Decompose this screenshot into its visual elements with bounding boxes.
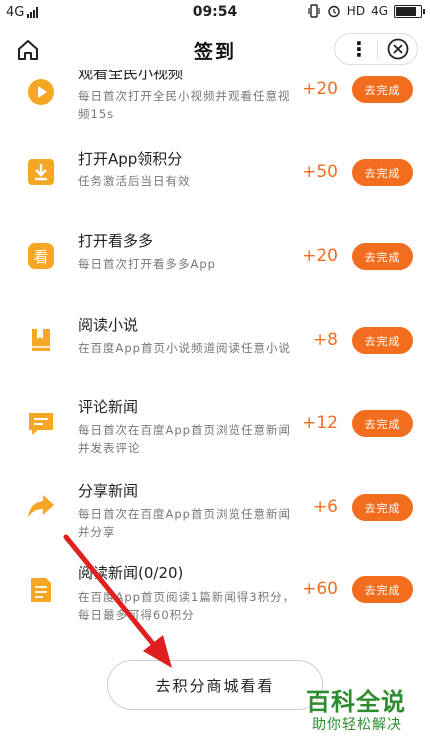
download-icon (28, 159, 54, 185)
watermark-title: 百科全说 (306, 688, 406, 716)
close-icon[interactable] (387, 38, 409, 60)
network-label-right: 4G (371, 4, 388, 18)
more-icon[interactable]: ⋮ (349, 38, 369, 60)
complete-button[interactable]: 去完成 (352, 576, 413, 603)
kan-icon: 看 (28, 243, 54, 269)
task-desc: 任务激活后当日有效 (78, 174, 191, 188)
status-bar: 4G 09:54 HD 4G (0, 0, 430, 26)
task-title: 阅读新闻(0/20) (78, 564, 184, 582)
task-desc: 在百度App首页小说频道阅读任意小说 (78, 341, 291, 355)
complete-button[interactable]: 去完成 (352, 410, 413, 437)
book-icon (32, 329, 50, 351)
complete-button[interactable]: 去完成 (352, 327, 413, 354)
document-icon (31, 578, 51, 602)
task-title: 打开App领积分 (78, 150, 183, 168)
battery-icon (394, 4, 425, 18)
comment-icon (29, 413, 53, 435)
vibrate-icon (308, 4, 320, 18)
task-points: +20 (302, 246, 338, 266)
watermark-subtitle: 助你轻松解决 (312, 717, 402, 733)
complete-button[interactable]: 去完成 (352, 76, 413, 103)
header: 签到 ⋮ (0, 26, 430, 72)
points-mall-button[interactable]: 去积分商城看看 (107, 660, 323, 710)
capsule-divider (377, 41, 378, 59)
task-desc: 每日首次打开看多多App (78, 257, 216, 271)
task-desc: 在百度App首页阅读1篇新闻得3积分，每日最多可得60积分 (78, 590, 296, 622)
task-points: +12 (302, 413, 338, 433)
task-points: +20 (302, 79, 338, 99)
task-title: 分享新闻 (78, 482, 139, 500)
task-title: 评论新闻 (78, 398, 139, 416)
task-desc: 每日首次在百度App首页浏览任意新闻并发表评论 (78, 423, 291, 455)
task-points: +8 (312, 330, 338, 350)
mini-program-capsule: ⋮ (334, 33, 418, 65)
task-points: +50 (302, 162, 338, 182)
task-title: 打开看多多 (78, 232, 154, 250)
task-desc: 每日首次在百度App首页浏览任意新闻并分享 (78, 507, 291, 539)
play-icon (28, 79, 54, 105)
hd-label: HD (346, 4, 366, 18)
complete-button[interactable]: 去完成 (352, 243, 413, 270)
task-points: +6 (312, 497, 338, 517)
svg-text:看: 看 (33, 248, 48, 266)
status-right: HD 4G (307, 4, 425, 18)
task-title: 阅读小说 (78, 316, 139, 334)
share-icon (28, 495, 54, 518)
complete-button[interactable]: 去完成 (352, 494, 413, 521)
alarm-icon (328, 5, 340, 18)
task-points: +60 (302, 579, 338, 599)
task-desc: 每日首次打开全民小视频并观看任意视频15s (78, 89, 291, 121)
complete-button[interactable]: 去完成 (352, 159, 413, 186)
